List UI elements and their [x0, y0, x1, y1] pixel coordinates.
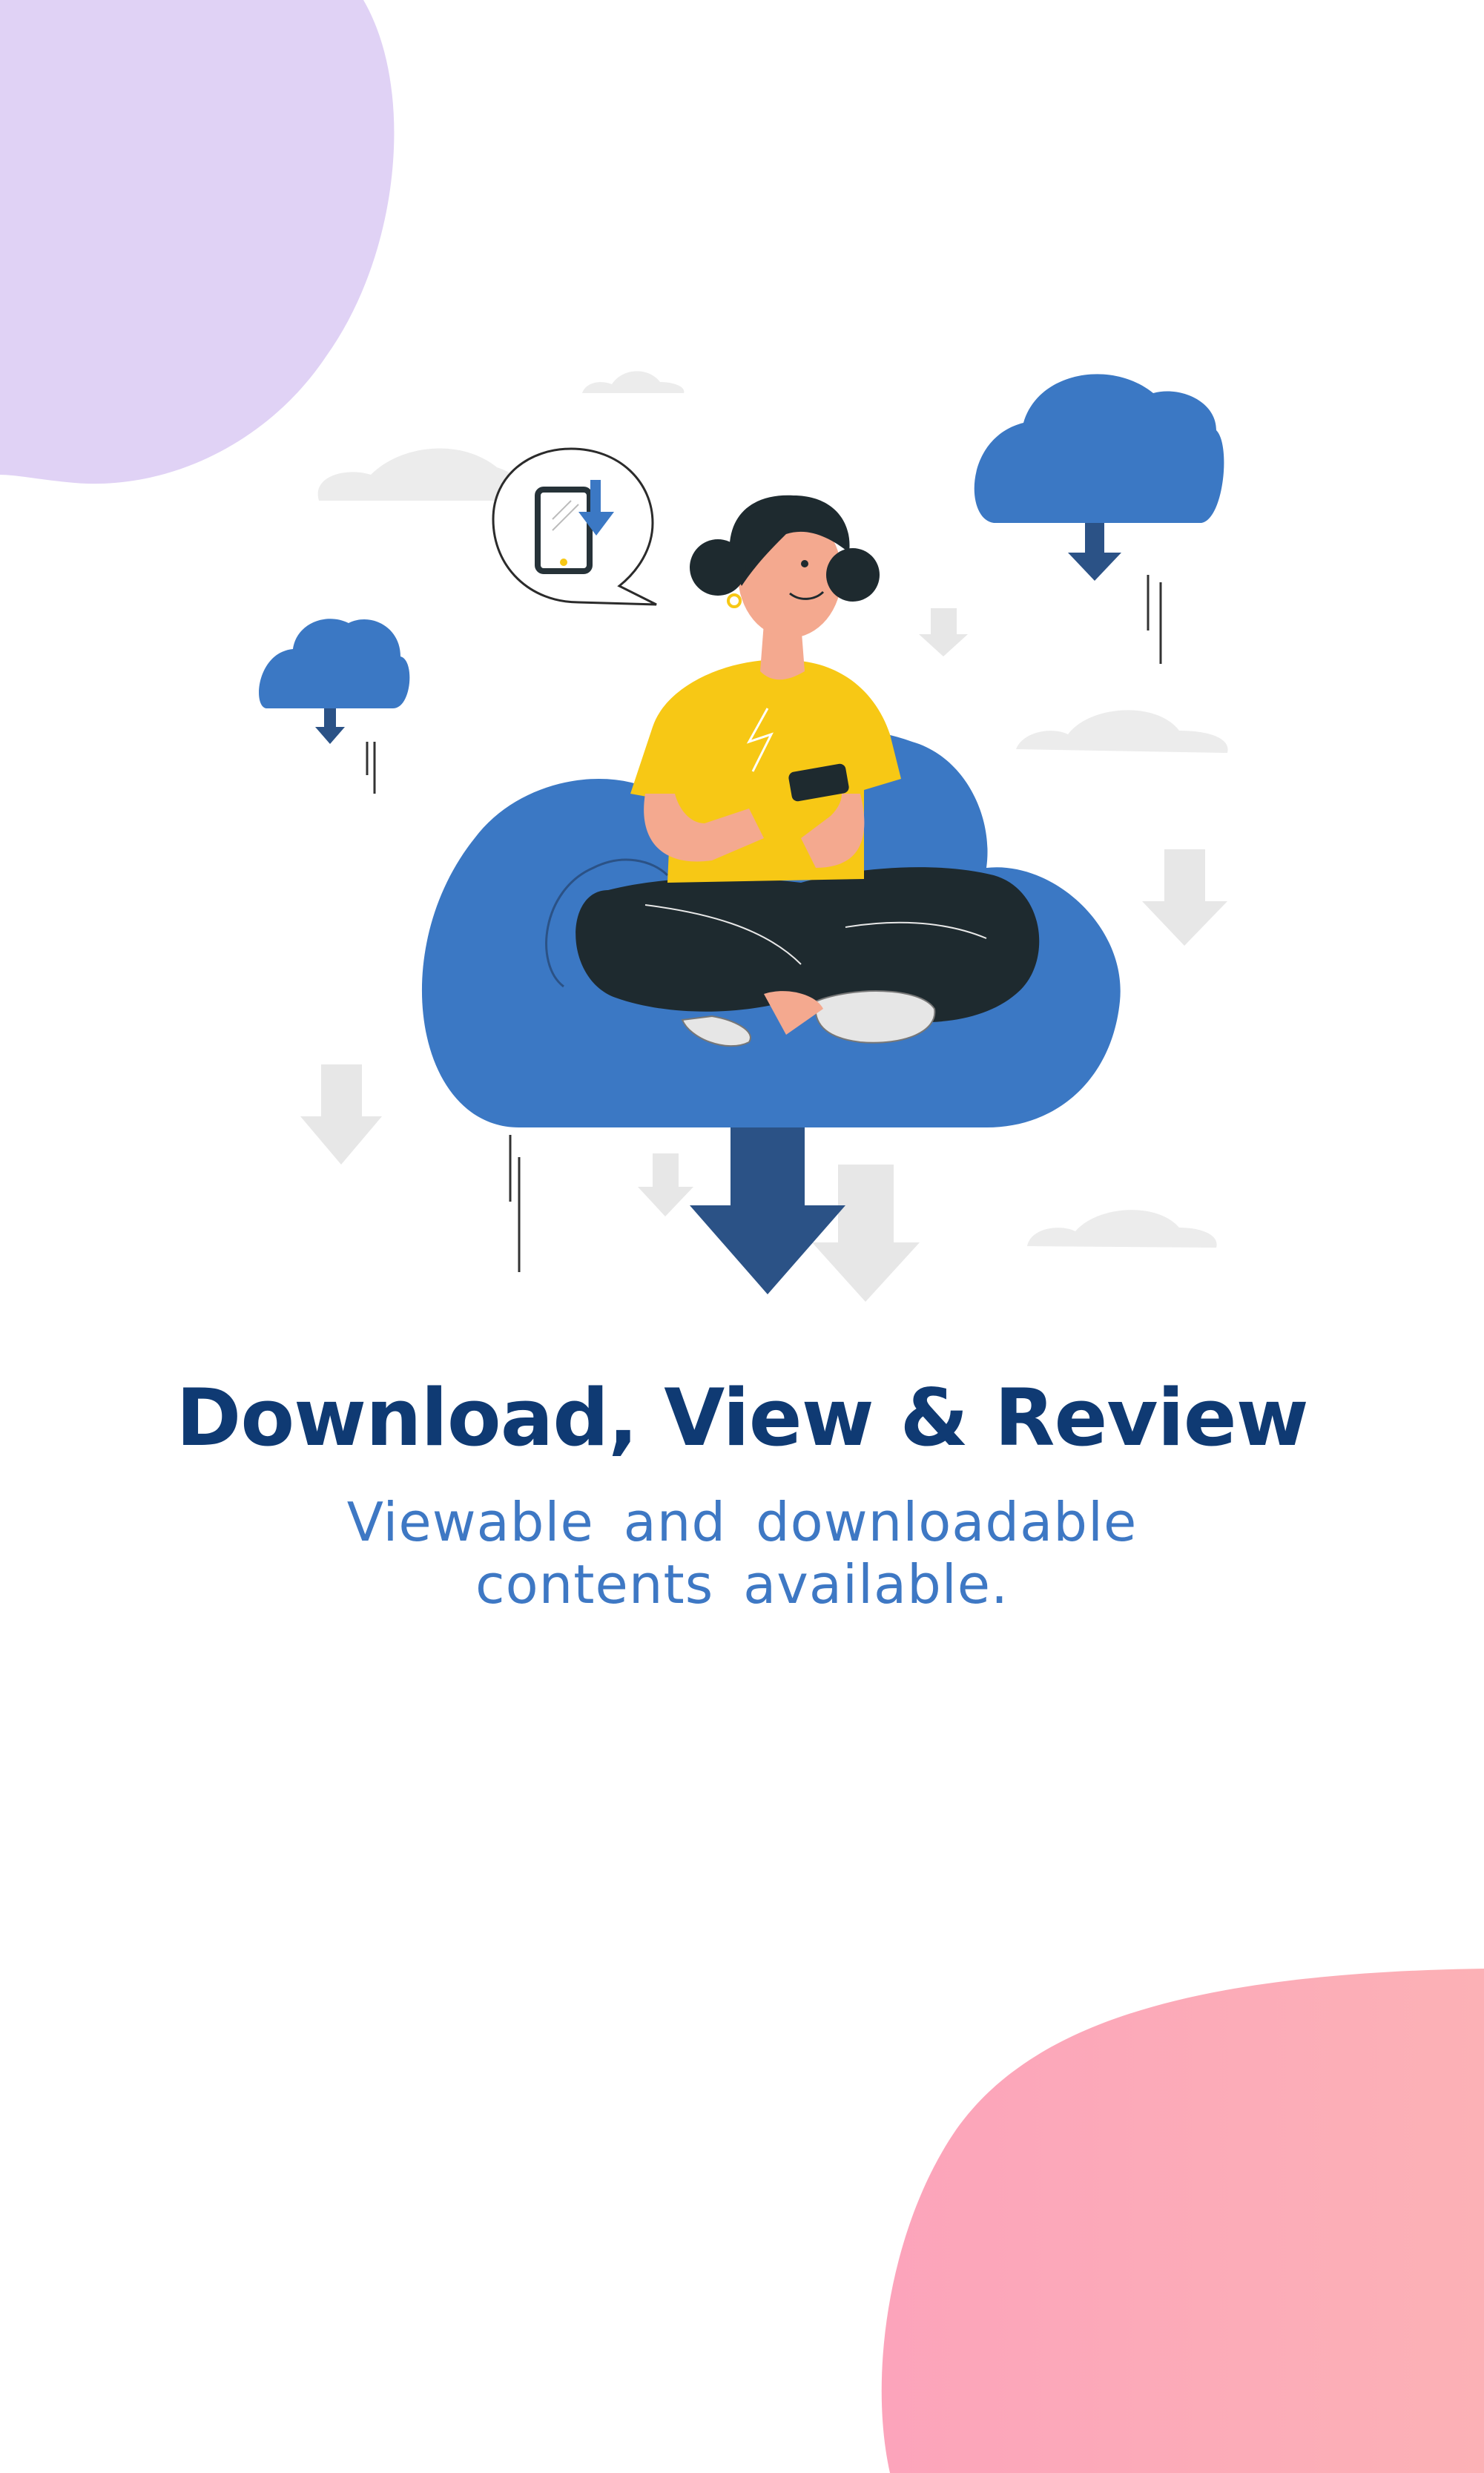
onboarding-headline: Download, View & Review	[176, 1372, 1308, 1463]
hero-illustration	[259, 371, 1228, 1302]
cloud-download-icon	[974, 374, 1224, 581]
cloud-download-icon	[259, 619, 410, 744]
subtitle-line-1: Viewable and downloadable	[346, 1491, 1138, 1553]
woman-figure	[576, 495, 1040, 1047]
subtitle-line-2: contents available.	[475, 1553, 1009, 1616]
tablet-download-icon	[492, 447, 657, 606]
onboarding-subtitle: Viewable and downloadable contents avail…	[0, 1491, 1484, 1616]
pink-corner-blob	[881, 1969, 1484, 2473]
